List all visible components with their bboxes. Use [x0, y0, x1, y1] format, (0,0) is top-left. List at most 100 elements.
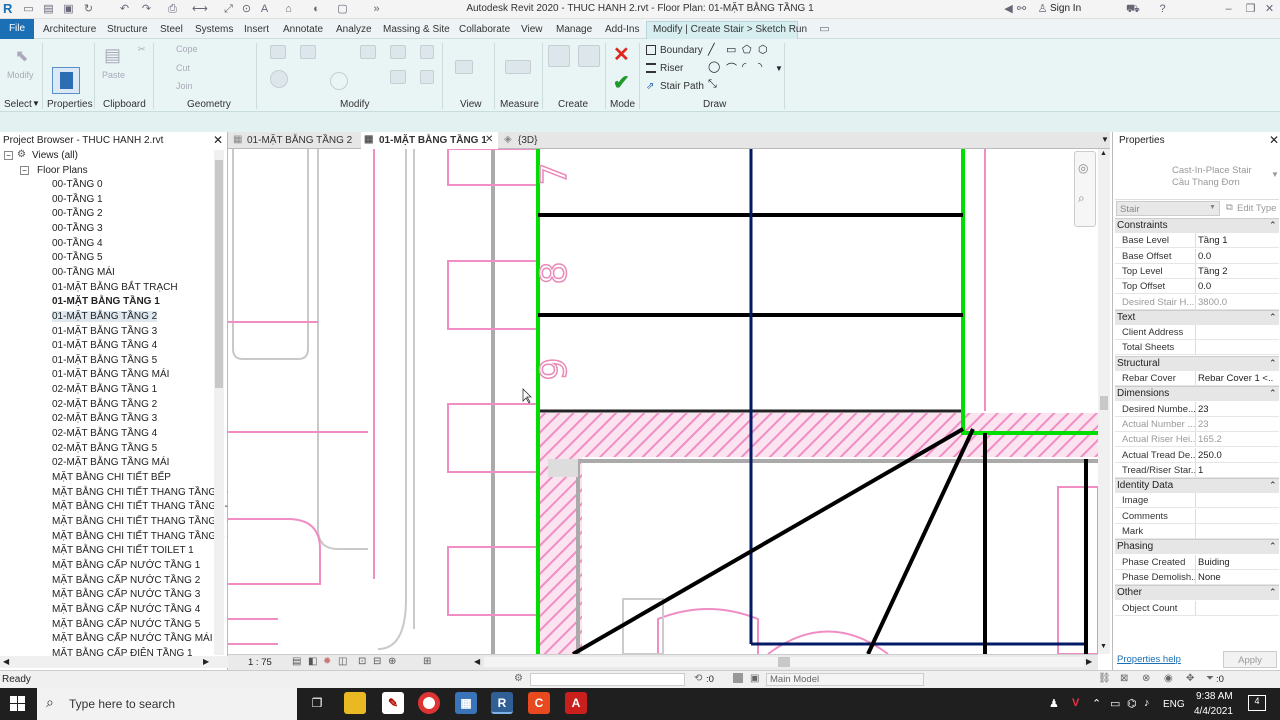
group-select[interactable]: Select — [4, 99, 32, 110]
collapse-section-icon[interactable]: ⌃ — [1269, 587, 1277, 598]
floor-plan-item[interactable]: MẶT BẰNG CẤP NƯỚC TẦNG 1 — [52, 560, 200, 571]
tray-battery-icon[interactable]: ▭ — [1110, 697, 1120, 710]
modify-label[interactable]: Modify — [7, 70, 34, 80]
select-by-face-icon[interactable]: ◉ — [1164, 673, 1173, 684]
pick-lines-icon[interactable]: ⤡ — [708, 78, 717, 91]
edit-type-button[interactable]: ⧉ Edit Type — [1225, 201, 1279, 216]
array-icon[interactable] — [390, 45, 406, 59]
cancel-edit-icon[interactable]: ✕ — [613, 42, 630, 67]
property-row[interactable]: Desired Stair H... 3800.0 — [1115, 294, 1279, 310]
tab-menu-icon[interactable]: ▼ — [1101, 135, 1109, 144]
property-row[interactable]: Base Offset 0.0 — [1115, 248, 1279, 264]
close-properties-icon[interactable]: ✕ — [1269, 133, 1279, 147]
circumscribed-polygon-icon[interactable]: ⬡ — [758, 43, 768, 56]
floor-plan-item[interactable]: MẶT BẰNG CHI TIẾT BẾP — [52, 472, 171, 483]
tab-view-tang1-active[interactable]: ▦ 01-MẶT BẰNG TẦNG 1 ✕ — [361, 132, 498, 149]
finish-edit-icon[interactable]: ✔ — [613, 70, 630, 95]
property-value[interactable] — [1195, 493, 1273, 508]
boundary-icon[interactable] — [646, 45, 656, 55]
tray-volume-icon[interactable]: ♪ — [1144, 697, 1150, 709]
floor-plan-item[interactable]: MẶT BẰNG CHI TIẾT THANG TẦNG 1 - — [52, 487, 231, 498]
collapse-views-icon[interactable]: − — [4, 151, 13, 160]
canvas-hscroll-thumb[interactable] — [778, 657, 790, 667]
offset-icon[interactable] — [300, 45, 316, 59]
binoculars-icon[interactable]: ⚯ — [1015, 3, 1028, 16]
select-pinned-icon[interactable]: ⊗ — [1142, 673, 1150, 684]
ribbon-toggle-icon[interactable]: ▭ — [818, 23, 831, 36]
workset-dropdown[interactable] — [530, 673, 685, 686]
scroll-down-icon[interactable]: ▼ — [1100, 643, 1107, 650]
start-windows-icon[interactable] — [10, 696, 26, 712]
floor-plan-item[interactable]: 01-MẶT BẰNG TẦNG 1 — [52, 296, 160, 307]
property-row[interactable]: Mark — [1115, 524, 1279, 539]
browser-scroll-thumb[interactable] — [215, 160, 223, 388]
move-icon[interactable] — [270, 70, 288, 88]
property-value[interactable]: 165.2 — [1195, 432, 1273, 447]
floor-plan-item[interactable]: 02-MẶT BẰNG TẦNG 4 — [52, 428, 157, 439]
select-dropdown-icon[interactable]: ▼ — [32, 99, 40, 108]
property-row[interactable]: Actual Riser Hei... 165.2 — [1115, 432, 1279, 448]
riser-button[interactable]: Riser — [660, 63, 683, 74]
cope-label[interactable]: Cope — [176, 44, 198, 54]
property-value[interactable]: None — [1195, 569, 1273, 584]
info-arrow-icon[interactable]: ◀ — [1002, 3, 1015, 16]
floor-plan-item[interactable]: MẶT BẰNG CẤP NƯỚC TẦNG 5 — [52, 619, 200, 630]
property-row[interactable]: Base Level Tầng 1 — [1115, 233, 1279, 249]
hscroll-right-icon[interactable]: ▶ — [1086, 657, 1092, 666]
cut-label[interactable]: Cut — [176, 63, 190, 73]
tray-chevron-icon[interactable]: ⌃ — [1092, 697, 1101, 710]
drag-elements-icon[interactable]: ✥ — [1186, 673, 1194, 684]
select-underlay-icon[interactable]: ⊠ — [1120, 673, 1128, 684]
floor-plan-item[interactable]: 01-MẶT BẰNG TẦNG 5 — [52, 355, 157, 366]
property-section[interactable]: Constraints ⌃ — [1115, 218, 1279, 233]
property-row[interactable]: Top Level Tầng 2 — [1115, 263, 1279, 279]
tray-date[interactable]: 4/4/2021 — [1194, 706, 1233, 717]
property-value[interactable]: Buiding — [1195, 554, 1273, 569]
align-icon[interactable] — [270, 45, 286, 59]
crop-view-icon[interactable]: ⊡ — [358, 656, 366, 667]
design-option-icon[interactable] — [733, 673, 743, 683]
floor-plan-item[interactable]: MẶT BẰNG CẤP NƯỚC TẦNG 2 — [52, 575, 200, 586]
tab-steel[interactable]: Steel — [160, 24, 183, 35]
arc-icon[interactable]: ⌒ — [726, 60, 737, 76]
floor-plan-item[interactable]: MẶT BẰNG CẤP NƯỚC TẦNG 4 — [52, 604, 200, 615]
rectangle-icon[interactable]: ▭ — [726, 43, 736, 56]
tab-view-tang2[interactable]: ▦ 01-MẶT BẰNG TẦNG 2 — [231, 132, 356, 149]
tray-time[interactable]: 9:38 AM — [1196, 691, 1233, 702]
property-row[interactable]: Image — [1115, 493, 1279, 509]
floor-plan-item[interactable]: MẶT BẰNG CHI TIẾT TOILET 1 — [52, 545, 194, 556]
tab-insert[interactable]: Insert — [244, 24, 269, 35]
boundary-button[interactable]: Boundary — [660, 45, 703, 56]
tab-modify-create-stair[interactable]: Modify | Create Stair > Sketch Run — [653, 24, 807, 35]
steering-wheel-icon[interactable]: ◎ — [1078, 161, 1088, 175]
help-icon[interactable]: ? — [1156, 3, 1169, 16]
floor-plan-item[interactable]: 00-TẦNG 5 — [52, 252, 103, 263]
reveal-hidden-icon[interactable]: ⊞ — [423, 656, 431, 667]
tray-people-icon[interactable]: ♟ — [1049, 697, 1059, 710]
stair-path-button[interactable]: Stair Path — [660, 81, 704, 92]
tray-language[interactable]: ENG — [1163, 699, 1185, 710]
floor-plan-item[interactable]: 01-MẶT BẰNG TẦNG 4 — [52, 340, 157, 351]
property-section[interactable]: Identity Data ⌃ — [1115, 478, 1279, 494]
modify-cursor-icon[interactable]: ⬉ — [15, 46, 28, 66]
taskbar-search[interactable]: ⌕ Type here to search — [37, 688, 297, 720]
property-section[interactable]: Dimensions ⌃ — [1115, 386, 1279, 402]
property-value[interactable] — [1195, 340, 1273, 355]
property-value[interactable]: 3800.0 — [1195, 294, 1273, 309]
autocad-icon[interactable]: A — [565, 692, 587, 714]
tab-manage[interactable]: Manage — [556, 24, 592, 35]
polygon-icon[interactable]: ⬠ — [742, 43, 752, 56]
floor-plan-item[interactable]: MẶT BẰNG CẤP NƯỚC TẦNG 3 — [52, 589, 200, 600]
property-row[interactable]: Actual Number ... 23 — [1115, 416, 1279, 432]
property-value[interactable]: Tầng 2 — [1195, 263, 1273, 278]
sun-path-icon[interactable]: ✹ — [323, 656, 331, 667]
browser-hscroll[interactable] — [0, 656, 228, 668]
floor-plan-item[interactable]: 01-MẶT BẰNG TẦNG 2 — [52, 310, 158, 322]
zoom-icon[interactable]: ⌕ — [1078, 191, 1085, 206]
close-tab-icon[interactable]: ✕ — [485, 134, 493, 145]
floor-plan-item[interactable]: 02-MẶT BẰNG TẦNG 5 — [52, 443, 157, 454]
scroll-left-icon[interactable]: ◀ — [3, 657, 9, 666]
property-row[interactable]: Comments — [1115, 508, 1279, 524]
visual-style-icon[interactable]: ◧ — [308, 656, 317, 667]
property-row[interactable]: Desired Numbe... 23 — [1115, 401, 1279, 417]
